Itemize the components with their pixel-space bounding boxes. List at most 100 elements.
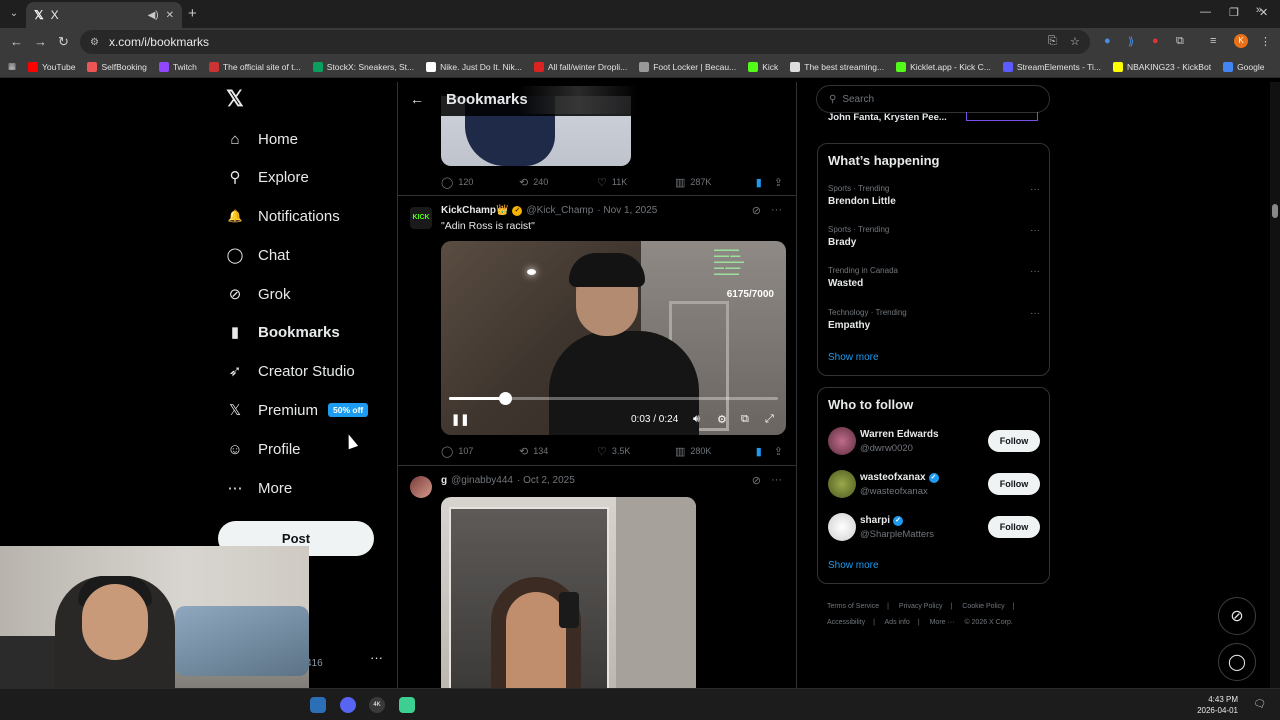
bookmark-filled-icon[interactable]: ▮	[756, 176, 762, 189]
video-progress-bar[interactable]	[449, 392, 778, 405]
system-clock[interactable]: 4:43 PM 2026-04-01	[1197, 694, 1238, 716]
trend-item[interactable]: Technology · Trending Empathy ···	[828, 308, 1040, 331]
trend-item[interactable]: Sports · Trending Brendon Little ···	[828, 184, 1040, 207]
nav-creator-studio[interactable]: ➶ Creator Studio	[226, 356, 355, 386]
extension-2-icon[interactable]: ⟫	[1128, 35, 1134, 48]
scrollbar-thumb[interactable]	[1272, 204, 1278, 218]
avatar[interactable]	[828, 470, 856, 498]
trend-more-icon[interactable]: ···	[1030, 308, 1040, 319]
bookmark-item[interactable]: Kick	[748, 61, 778, 72]
bookmark-item[interactable]: NBAKING23 - KickBot	[1112, 61, 1211, 72]
media-control-icon[interactable]: ≡	[1210, 35, 1216, 47]
more-bookmarks-icon[interactable]: »	[1256, 4, 1262, 16]
post-date[interactable]: · Oct 2, 2025	[517, 475, 575, 486]
bookmark-item[interactable]: StockX: Sneakers, St...	[312, 61, 414, 72]
bookmark-item[interactable]: Twitch	[158, 61, 197, 72]
share-icon[interactable]: ⇪	[774, 176, 783, 189]
discord-icon[interactable]	[340, 697, 356, 713]
follow-button[interactable]: Follow	[988, 516, 1040, 538]
minimize-icon[interactable]: —	[1200, 6, 1211, 18]
trend-item-cut[interactable]: John Fanta, Krysten Pee...	[828, 112, 947, 123]
bookmark-item[interactable]: Foot Locker | Becau...	[639, 61, 736, 72]
grok-explain-icon[interactable]: ⊘	[752, 474, 761, 487]
volume-icon[interactable]: 🔊︎	[693, 413, 700, 426]
follow-button[interactable]: Follow	[988, 473, 1040, 495]
app-icon[interactable]	[399, 697, 415, 713]
terms-link[interactable]: Terms of Service	[827, 603, 879, 610]
reply-button[interactable]: ◯ 107	[441, 445, 519, 458]
notifications-tray-icon[interactable]: 🗨︎	[1253, 699, 1266, 710]
back-icon[interactable]: ←	[10, 34, 23, 49]
trend-item[interactable]: Trending in Canada Wasted ···	[828, 266, 1040, 289]
trend-more-icon[interactable]: ···	[1030, 184, 1040, 195]
extension-3-icon[interactable]: ●	[1152, 35, 1159, 47]
bookmark-item[interactable]: Nike. Just Do It. Nik...	[426, 61, 522, 72]
follow-suggestion[interactable]: Warren Edwards @dwrw0020 Follow	[828, 427, 1040, 457]
avatar[interactable]: KICK	[410, 207, 432, 229]
pause-icon[interactable]: ❚❚	[451, 413, 469, 426]
footer-more-link[interactable]: More ···	[930, 619, 955, 626]
nav-home[interactable]: ⌂ Home	[226, 124, 298, 154]
author-name[interactable]: KickChamp👑	[441, 205, 508, 216]
address-bar[interactable]: ⚙ x.com/i/bookmarks	[80, 30, 1090, 54]
bookmark-item[interactable]: YouTube	[28, 61, 75, 72]
trend-more-icon[interactable]: ···	[1030, 225, 1040, 236]
accessibility-link[interactable]: Accessibility	[827, 619, 865, 626]
bookmark-item[interactable]: The official site of t...	[208, 61, 301, 72]
trend-item[interactable]: Sports · Trending Brady ···	[828, 225, 1040, 248]
author-name[interactable]: g	[441, 475, 447, 486]
avatar[interactable]	[828, 427, 856, 455]
bookmark-star-icon[interactable]: ☆	[1070, 35, 1080, 48]
nav-notifications[interactable]: 🔔 Notifications	[226, 201, 340, 231]
author-handle[interactable]: @ginabby444	[451, 475, 513, 486]
profile-avatar-icon[interactable]: K	[1234, 34, 1248, 48]
back-arrow-icon[interactable]: ←	[410, 91, 424, 107]
repost-button[interactable]: ⟲ 134	[519, 445, 597, 458]
like-button[interactable]: ♡ 11K	[597, 176, 675, 189]
bookmark-item[interactable]: Kicklet.app - Kick C...	[896, 61, 991, 72]
like-button[interactable]: ♡ 3.5K	[597, 445, 675, 458]
bookmark-item[interactable]: The best streaming...	[790, 61, 884, 72]
share-icon[interactable]: ⇪	[774, 445, 783, 458]
bookmark-item[interactable]: All fall/winter Dropli...	[533, 61, 627, 72]
repost-button[interactable]: ⟲ 240	[519, 176, 597, 189]
search-input[interactable]: ⚲ Search	[816, 85, 1050, 113]
bookmark-item[interactable]: Google	[1223, 61, 1264, 72]
restore-icon[interactable]: ❐	[1229, 6, 1239, 19]
grok-fab-button[interactable]: ⊘	[1218, 597, 1256, 635]
nav-premium[interactable]: 𝕏 Premium 50% off	[226, 395, 369, 425]
page-scrollbar[interactable]	[1270, 82, 1280, 688]
picture-in-picture-icon[interactable]: ⧉	[741, 413, 749, 426]
ads-info-link[interactable]: Ads info	[885, 619, 910, 626]
account-menu-icon[interactable]: ···	[370, 650, 383, 665]
apps-icon[interactable]: ▦	[8, 61, 16, 72]
extension-1-icon[interactable]: ●	[1104, 35, 1111, 47]
nav-chat[interactable]: ◯ Chat	[226, 240, 290, 270]
follow-suggestion[interactable]: sharpi ✓ @SharpleMatters Follow	[828, 513, 1040, 543]
nav-grok[interactable]: ⊘ Grok	[226, 279, 291, 309]
show-more-link[interactable]: Show more	[828, 352, 879, 363]
follow-suggestion[interactable]: wasteofxanax ✓ @wasteofxanax Follow	[828, 470, 1040, 500]
nav-more[interactable]: ⋯ More	[226, 473, 293, 503]
settings-gear-icon[interactable]: ⚙	[717, 413, 727, 426]
grok-explain-icon[interactable]: ⊘	[752, 204, 761, 217]
author-handle[interactable]: @Kick_Champ	[526, 205, 593, 216]
bookmark-item[interactable]: StreamElements - Ti...	[1002, 61, 1101, 72]
video-player[interactable]: ▬▬▬▬▬ ▬▬▬ ▬▬ ▬▬▬▬▬▬ ▬▬ ▬▬▬ ▬▬▬▬▬ 6175/7000 ❚…	[441, 241, 786, 435]
privacy-link[interactable]: Privacy Policy	[899, 603, 943, 610]
messages-fab-button[interactable]: ◯	[1218, 643, 1256, 681]
avatar[interactable]	[828, 513, 856, 541]
video-scrub-handle[interactable]	[498, 392, 512, 405]
nav-profile[interactable]: ☺ Profile	[226, 434, 300, 464]
post-more-icon[interactable]: ···	[771, 474, 782, 487]
follow-button[interactable]: Follow	[988, 430, 1040, 452]
fullscreen-icon[interactable]: ⤢	[765, 413, 774, 426]
views-button[interactable]: ▥ 280K	[675, 445, 753, 458]
show-more-link[interactable]: Show more	[828, 560, 879, 571]
reply-button[interactable]: ◯ 120	[441, 176, 519, 189]
x-logo-icon[interactable]: 𝕏	[226, 86, 244, 112]
nav-explore[interactable]: ⚲ Explore	[226, 162, 309, 192]
bookmark-item[interactable]: SelfBooking	[87, 61, 147, 72]
bookmark-filled-icon[interactable]: ▮	[756, 445, 762, 458]
4k-app-icon[interactable]: 4K	[369, 697, 385, 713]
